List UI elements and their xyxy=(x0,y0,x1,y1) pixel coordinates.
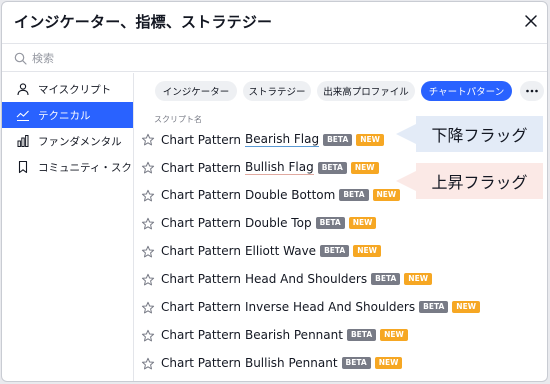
script-prefix: Chart Pattern xyxy=(161,356,241,370)
tab-chart-patterns[interactable]: チャートパターン xyxy=(421,81,512,101)
script-name[interactable]: Chart Pattern Bullish Flag BETA NEW xyxy=(161,160,379,175)
favorite-star-icon[interactable] xyxy=(141,357,155,371)
search-input[interactable] xyxy=(32,48,512,68)
chart-line-icon xyxy=(16,108,30,122)
script-name[interactable]: Chart Pattern Double Top BETA NEW xyxy=(161,216,377,230)
sidebar-item-label: テクニカル xyxy=(38,109,91,122)
beta-badge: BETA xyxy=(419,301,449,313)
indicators-dialog: インジケーター、指標、ストラテジー マイスクリプト テクニカル xyxy=(1,1,548,382)
script-prefix: Chart Pattern xyxy=(161,300,241,314)
sidebar-item-label: マイスクリプト xyxy=(38,83,112,96)
search-bar xyxy=(2,43,547,72)
favorite-star-icon[interactable] xyxy=(141,245,155,259)
callout-bullish-flag: 上昇フラッグ xyxy=(396,163,543,199)
script-prefix: Chart Pattern xyxy=(161,272,241,286)
new-badge: NEW xyxy=(380,329,408,341)
favorite-star-icon[interactable] xyxy=(141,161,155,175)
script-prefix: Chart Pattern xyxy=(161,188,241,202)
script-name[interactable]: Chart Pattern Inverse Head And Shoulders B… xyxy=(161,300,480,314)
list-item[interactable]: Chart Pattern Inverse Head And Shoulders B… xyxy=(134,294,547,322)
script-prefix: Chart Pattern xyxy=(161,216,241,230)
callout-bearish-flag: 下降フラッグ xyxy=(396,116,543,152)
tab-volume-profile[interactable]: 出来高プロファイル xyxy=(317,81,415,101)
script-pattern-name: Double Top xyxy=(244,216,312,230)
list-item[interactable]: Chart Pattern Head And Shoulders BETA NEW xyxy=(134,266,547,294)
new-badge: NEW xyxy=(353,245,381,257)
favorite-star-icon[interactable] xyxy=(141,329,155,343)
script-pattern-name: Head And Shoulders xyxy=(244,272,368,286)
callout-pointer xyxy=(396,171,416,191)
beta-badge: BETA xyxy=(320,245,350,257)
beta-badge: BETA xyxy=(315,217,345,229)
bookmark-icon xyxy=(16,160,30,174)
favorite-star-icon[interactable] xyxy=(141,133,155,147)
category-tabs: インジケーター ストラテジー 出来高プロファイル チャートパターン xyxy=(134,81,547,101)
new-badge: NEW xyxy=(348,217,377,229)
beta-badge: BETA xyxy=(346,329,377,341)
beta-badge: BETA xyxy=(371,273,401,285)
main-panel: インジケーター ストラテジー 出来高プロファイル チャートパターン スクリプト名… xyxy=(134,73,547,381)
callout-text: 上昇フラッグ xyxy=(431,173,528,192)
script-pattern-name: Bullish Pennant xyxy=(244,356,338,370)
bar-chart-icon xyxy=(16,134,30,148)
script-pattern-name: Bearish Pennant xyxy=(244,328,343,342)
script-prefix: Chart Pattern xyxy=(161,244,241,258)
list-item[interactable]: Chart Pattern Bearish Pennant BETA NEW xyxy=(134,322,547,350)
close-icon xyxy=(525,15,537,27)
more-icon xyxy=(526,89,538,93)
dialog-title: インジケーター、指標、ストラテジー xyxy=(14,13,273,31)
list-item[interactable]: Chart Pattern Elliott Wave BETA NEW xyxy=(134,238,547,266)
callout-text: 下降フラッグ xyxy=(431,126,528,145)
beta-badge: BETA xyxy=(323,133,353,146)
script-pattern-name: Double Bottom xyxy=(244,188,336,202)
tab-indicators[interactable]: インジケーター xyxy=(155,81,237,101)
script-prefix: Chart Pattern xyxy=(161,160,241,175)
new-badge: NEW xyxy=(350,161,379,174)
favorite-star-icon[interactable] xyxy=(141,301,155,315)
callout-pointer xyxy=(396,124,416,144)
script-pattern-name: Inverse Head And Shoulders xyxy=(244,300,416,314)
sidebar-item-label: ファンダメンタル xyxy=(38,135,122,148)
script-name[interactable]: Chart Pattern Bearish Flag BETA NEW xyxy=(161,132,384,147)
script-prefix: Chart Pattern xyxy=(161,328,241,342)
new-badge: NEW xyxy=(356,133,384,146)
sidebar-item-technical[interactable]: テクニカル xyxy=(2,102,133,128)
script-pattern-name: Elliott Wave xyxy=(244,244,317,258)
script-name[interactable]: Chart Pattern Elliott Wave BETA NEW xyxy=(161,244,381,258)
script-pattern-name: Bearish Flag xyxy=(244,132,320,147)
close-button[interactable] xyxy=(522,12,540,30)
script-name[interactable]: Chart Pattern Double Bottom BETA NEW xyxy=(161,188,401,202)
script-name[interactable]: Chart Pattern Bearish Pennant BETA NEW xyxy=(161,328,408,342)
more-tabs-button[interactable] xyxy=(520,81,544,101)
new-badge: NEW xyxy=(374,357,403,369)
sidebar-item-label: コミュニティ・スク… xyxy=(38,161,133,174)
new-badge: NEW xyxy=(404,273,432,285)
script-prefix: Chart Pattern xyxy=(161,132,241,147)
sidebar-item-community-scripts[interactable]: コミュニティ・スク… xyxy=(2,154,133,180)
list-item[interactable]: Chart Pattern Double Top BETA NEW xyxy=(134,210,547,238)
script-name[interactable]: Chart Pattern Head And Shoulders BETA NEW xyxy=(161,272,432,286)
favorite-star-icon[interactable] xyxy=(141,273,155,287)
sidebar: マイスクリプト テクニカル ファンダメンタル コミュニティ・スク… xyxy=(2,73,134,381)
new-badge: NEW xyxy=(452,301,480,313)
beta-badge: BETA xyxy=(339,189,369,201)
script-pattern-name: Bullish Flag xyxy=(244,160,314,175)
search-icon xyxy=(14,52,27,65)
sidebar-item-my-scripts[interactable]: マイスクリプト xyxy=(2,76,133,102)
list-item[interactable]: Chart Pattern Bullish Pennant BETA NEW xyxy=(134,350,547,378)
beta-badge: BETA xyxy=(341,357,371,369)
sidebar-item-fundamental[interactable]: ファンダメンタル xyxy=(2,128,133,154)
script-name[interactable]: Chart Pattern Bullish Pennant BETA NEW xyxy=(161,356,403,370)
user-icon xyxy=(16,82,30,96)
favorite-star-icon[interactable] xyxy=(141,189,155,203)
beta-badge: BETA xyxy=(317,161,347,174)
dialog-header: インジケーター、指標、ストラテジー xyxy=(2,2,547,42)
favorite-star-icon[interactable] xyxy=(141,217,155,231)
list-column-header: スクリプト名 xyxy=(154,115,202,124)
tab-strategies[interactable]: ストラテジー xyxy=(243,81,311,101)
